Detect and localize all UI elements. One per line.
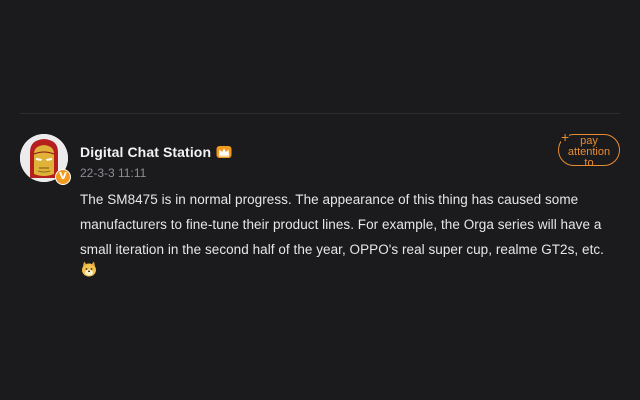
author-name[interactable]: Digital Chat Station [80, 144, 211, 160]
divider [20, 113, 620, 114]
author-row: Digital Chat Station [80, 142, 232, 162]
crown-level-icon [216, 146, 232, 158]
feed-page: V Digital Chat Station 22-3-3 11:11 + pa… [0, 0, 640, 400]
plus-icon: + [561, 129, 570, 145]
post-timestamp: 22-3-3 11:11 [80, 166, 147, 180]
post-text: The SM8475 is in normal progress. The ap… [80, 192, 604, 257]
verified-badge-icon: V [55, 169, 71, 185]
doge-emoji-icon [82, 261, 96, 277]
post-card: V Digital Chat Station 22-3-3 11:11 + pa… [20, 129, 620, 292]
follow-button[interactable]: + pay attention to [558, 129, 620, 169]
author-avatar[interactable]: V [20, 134, 72, 186]
